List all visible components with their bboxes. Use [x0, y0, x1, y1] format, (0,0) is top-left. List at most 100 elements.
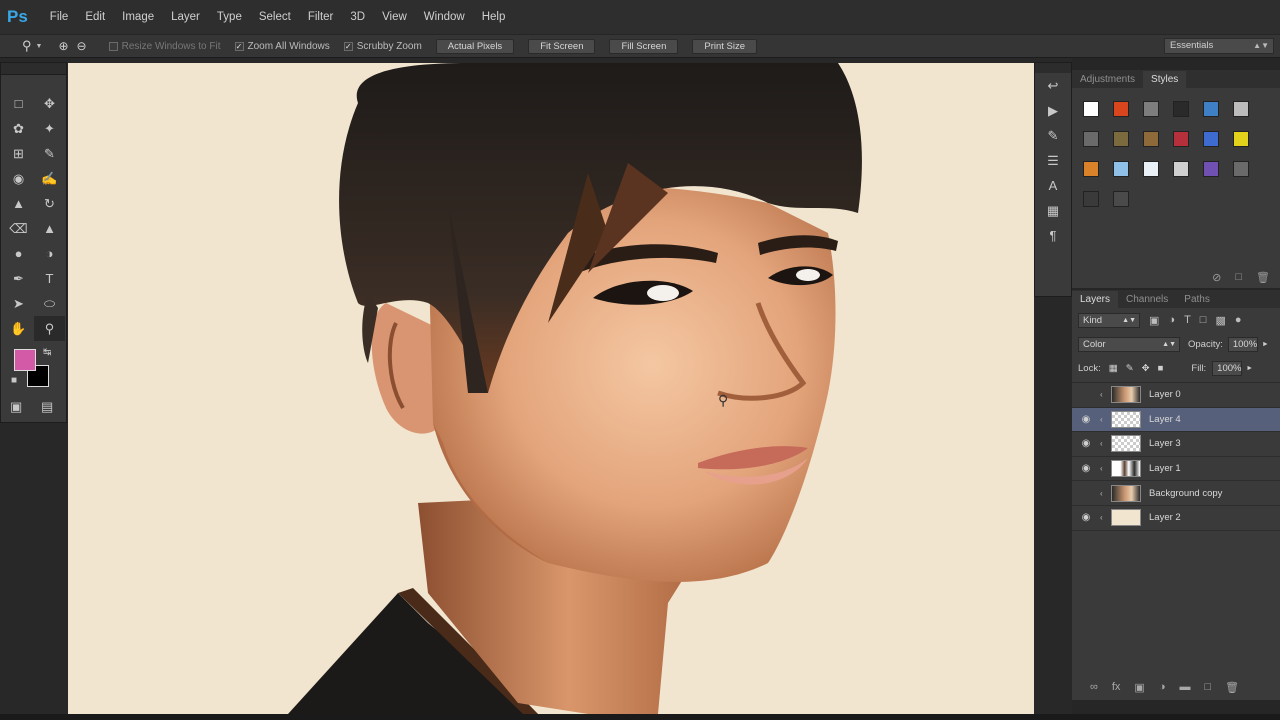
style-swatch[interactable]	[1196, 154, 1226, 184]
layer-thumbnail[interactable]	[1111, 509, 1141, 527]
delete-layer-icon[interactable]: 🗑	[1225, 681, 1239, 694]
brush-panel-icon[interactable]: ▦	[1035, 198, 1071, 223]
layer-row[interactable]: ‹ Background copy	[1072, 481, 1280, 506]
ellipse-tool-icon[interactable]: ⬭	[34, 291, 65, 316]
menu-select[interactable]: Select	[251, 11, 300, 23]
layer-name[interactable]: Background copy	[1149, 488, 1222, 499]
actual-pixels-button[interactable]: Actual Pixels	[435, 38, 515, 54]
new-layer-icon[interactable]: □	[1204, 681, 1211, 694]
crop-tool-icon[interactable]: ⊞	[3, 141, 34, 166]
blend-mode-select[interactable]: Color ▲▼	[1078, 336, 1180, 352]
workspace-select[interactable]: Essentials ▲▼	[1164, 38, 1274, 54]
style-swatch[interactable]	[1196, 124, 1226, 154]
default-colors-icon[interactable]: ■	[11, 375, 17, 386]
screen-mode-icon[interactable]: ▤	[41, 399, 53, 415]
swap-colors-icon[interactable]: ↹	[43, 347, 51, 358]
menu-image[interactable]: Image	[114, 11, 163, 23]
zoom-tool-icon[interactable]: ⚲	[34, 316, 65, 341]
history-brush-tool-icon[interactable]: ↻	[34, 191, 65, 216]
properties-panel-icon[interactable]: ☰	[1035, 148, 1071, 173]
layer-name[interactable]: Layer 4	[1149, 414, 1181, 425]
layer-row[interactable]: ◉ ‹ Layer 1	[1072, 457, 1280, 482]
actions-panel-icon[interactable]: ▶	[1035, 98, 1071, 123]
new-group-icon[interactable]: ▬	[1179, 681, 1190, 694]
paint-bucket-tool-icon[interactable]: ▲	[34, 216, 65, 241]
style-swatch[interactable]	[1226, 94, 1256, 124]
link-layers-icon[interactable]: ∞	[1090, 681, 1098, 694]
layer-row[interactable]: ◉ ‹ Layer 3	[1072, 432, 1280, 457]
style-swatch[interactable]	[1166, 124, 1196, 154]
layer-name[interactable]: Layer 1	[1149, 463, 1181, 474]
path-selection-tool-icon[interactable]: ➤	[3, 291, 34, 316]
zoom-tool-icon[interactable]: ⚲	[22, 38, 32, 54]
opacity-input[interactable]: 100%	[1227, 336, 1258, 352]
lasso-tool-icon[interactable]: ✿	[3, 116, 34, 141]
visibility-eye-icon[interactable]: ◉	[1072, 463, 1100, 474]
opacity-dropdown-icon[interactable]: ►	[1262, 341, 1269, 348]
print-size-button[interactable]: Print Size	[692, 38, 758, 54]
tab-styles[interactable]: Styles	[1143, 71, 1187, 88]
visibility-eye-icon[interactable]: ◉	[1072, 512, 1100, 523]
menu-file[interactable]: File	[42, 11, 78, 23]
fill-dropdown-icon[interactable]: ►	[1246, 365, 1253, 372]
paragraph-panel-icon[interactable]: ¶	[1035, 223, 1071, 248]
visibility-eye-icon[interactable]: ◉	[1072, 414, 1100, 425]
style-swatch[interactable]	[1106, 154, 1136, 184]
style-swatch[interactable]	[1136, 124, 1166, 154]
style-swatch[interactable]	[1136, 94, 1166, 124]
brush-tool-icon[interactable]: ✍	[34, 166, 65, 191]
layer-row[interactable]: ‹ Layer 0	[1072, 383, 1280, 408]
lock-all-icon[interactable]: ■	[1158, 363, 1164, 374]
fill-input[interactable]: 100%	[1212, 360, 1243, 376]
document-canvas[interactable]	[68, 63, 1034, 714]
style-swatch[interactable]	[1166, 154, 1196, 184]
marquee-tool-icon[interactable]: □	[3, 91, 34, 116]
menu-layer[interactable]: Layer	[163, 11, 209, 23]
dodge-tool-icon[interactable]: ◑	[34, 241, 65, 266]
type-filter-icon[interactable]: T	[1184, 314, 1191, 326]
adjustment-filter-icon[interactable]: ◑	[1168, 314, 1175, 326]
hand-tool-icon[interactable]: ✋	[3, 316, 34, 341]
quick-mask-icon[interactable]: ▣	[10, 399, 22, 415]
blur-tool-icon[interactable]: ●	[3, 241, 34, 266]
style-swatch[interactable]	[1076, 184, 1106, 214]
lock-transparent-icon[interactable]: ▦	[1109, 363, 1118, 374]
style-swatch[interactable]	[1106, 124, 1136, 154]
style-swatch[interactable]	[1136, 154, 1166, 184]
style-swatch[interactable]	[1166, 94, 1196, 124]
tab-paths[interactable]: Paths	[1176, 291, 1218, 308]
pixel-filter-icon[interactable]: ▣	[1149, 314, 1159, 327]
style-swatch[interactable]	[1196, 94, 1226, 124]
shape-filter-icon[interactable]: □	[1200, 314, 1207, 326]
layer-row[interactable]: ◉ ‹ Layer 2	[1072, 506, 1280, 531]
type-tool-icon[interactable]: T	[34, 266, 65, 291]
style-swatch[interactable]	[1226, 124, 1256, 154]
menu-help[interactable]: Help	[474, 11, 515, 23]
style-swatch[interactable]	[1226, 154, 1256, 184]
tab-channels[interactable]: Channels	[1118, 291, 1176, 308]
fit-screen-button[interactable]: Fit Screen	[528, 38, 596, 54]
menu-3d[interactable]: 3D	[342, 11, 374, 23]
adjustment-layer-icon[interactable]: ◑	[1159, 681, 1166, 694]
tool-preset-dropdown-icon[interactable]: ▼	[36, 43, 43, 50]
zoom-all-windows-checkbox[interactable]: ✓ Zoom All Windows	[234, 41, 330, 52]
layer-style-icon[interactable]: fx	[1112, 681, 1121, 694]
style-swatch[interactable]	[1106, 184, 1136, 214]
style-swatch[interactable]	[1076, 154, 1106, 184]
lock-position-icon[interactable]: ✥	[1142, 363, 1150, 374]
layer-thumbnail[interactable]	[1111, 386, 1141, 404]
menu-edit[interactable]: Edit	[77, 11, 114, 23]
clone-stamp-tool-icon[interactable]: ▲	[3, 191, 34, 216]
zoom-in-icon[interactable]: ⊕	[58, 39, 68, 53]
menu-window[interactable]: Window	[416, 11, 474, 23]
tab-layers[interactable]: Layers	[1072, 291, 1119, 308]
style-swatch[interactable]	[1076, 94, 1106, 124]
filter-toggle-icon[interactable]: ●	[1235, 314, 1242, 326]
panel-grip[interactable]	[1035, 63, 1071, 73]
tab-adjustments[interactable]: Adjustments	[1072, 71, 1143, 88]
layer-row[interactable]: ◉ ‹ Layer 4	[1072, 407, 1280, 433]
pen-tool-icon[interactable]: ✒	[3, 266, 34, 291]
foreground-color-swatch[interactable]	[14, 349, 36, 371]
style-swatch[interactable]	[1106, 94, 1136, 124]
magic-wand-tool-icon[interactable]: ✦	[34, 116, 65, 141]
